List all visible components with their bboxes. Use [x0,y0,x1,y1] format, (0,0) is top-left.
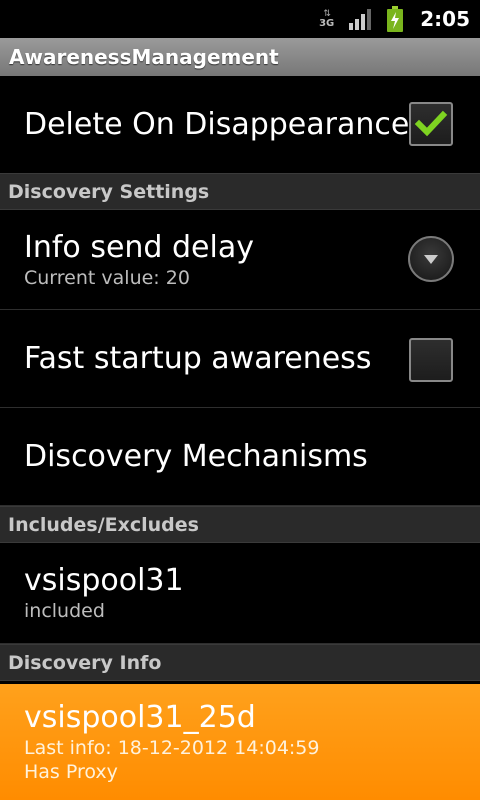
network-3g-icon: ⇅ 3G [319,8,335,29]
pref-delete-on-disappearance[interactable]: Delete On Disappearance [0,76,480,174]
checkmark-icon [414,110,448,137]
pref-discovery-mechanisms-title: Discovery Mechanisms [24,438,368,474]
pref-discovery-info-item[interactable]: vsispool31_25d Last info: 18-12-2012 14:… [0,684,480,800]
delete-on-disappearance-checkbox[interactable] [409,102,453,146]
pref-info-send-delay[interactable]: Info send delay Current value: 20 [0,210,480,310]
chevron-down-icon[interactable] [408,236,454,282]
section-header-discovery-info: Discovery Info [0,644,480,681]
section-header-discovery-settings: Discovery Settings [0,173,480,210]
pref-discovery-mechanisms[interactable]: Discovery Mechanisms [0,408,480,506]
section-header-includes-excludes: Includes/Excludes [0,506,480,543]
fast-startup-awareness-checkbox[interactable] [409,338,453,382]
status-time: 2:05 [420,7,470,31]
pref-fast-startup-awareness[interactable]: Fast startup awareness [0,310,480,408]
section-header-label: Includes/Excludes [8,513,199,536]
section-header-label: Discovery Info [8,651,162,674]
section-header-label: Discovery Settings [8,180,210,203]
app-title-bar: AwarenessManagement [0,38,480,76]
signal-strength-icon [348,8,372,30]
app-title: AwarenessManagement [9,45,279,69]
pref-discovery-info-proxy: Has Proxy [24,761,118,783]
status-bar: ⇅ 3G 2:05 [0,0,480,38]
pref-include-item-title: vsispool31 [24,563,184,598]
pref-discovery-info-last-info: Last info: 18-12-2012 14:04:59 [24,737,320,759]
network-type-label: 3G [319,17,335,29]
pref-discovery-info-item-title: vsispool31_25d [24,700,256,735]
pref-include-item-summary: included [24,600,105,622]
battery-charging-icon [386,6,404,32]
pref-include-item[interactable]: vsispool31 included [0,543,480,644]
